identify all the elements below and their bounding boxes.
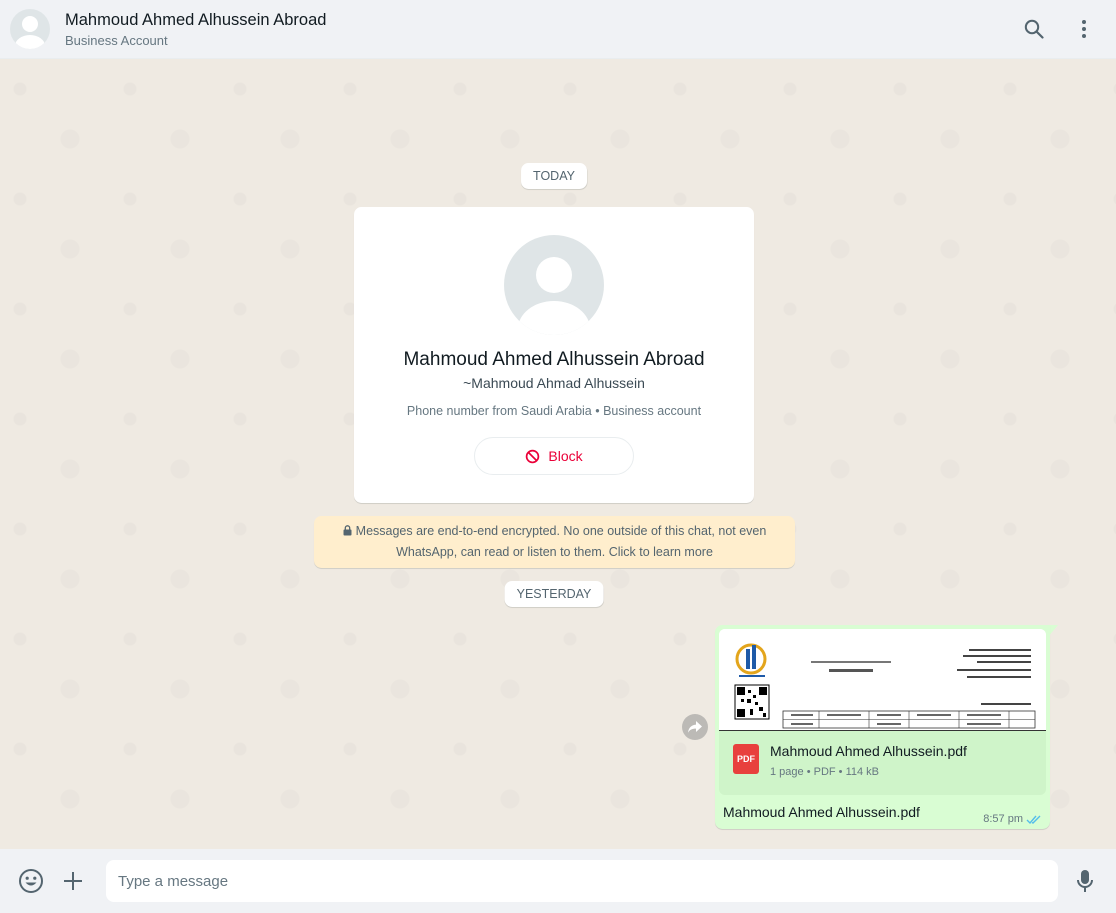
block-label: Block <box>548 448 583 464</box>
menu-icon <box>1082 20 1086 38</box>
forward-button[interactable] <box>682 714 708 740</box>
document-info[interactable]: PDF Mahmoud Ahmed Alhussein.pdf 1 page •… <box>719 731 1046 795</box>
chat-panel[interactable]: TODAY Mahmoud Ahmed Alhussein Abroad ~Ma… <box>0 59 1116 849</box>
contact-profile-card: Mahmoud Ahmed Alhussein Abroad ~Mahmoud … <box>354 207 754 503</box>
search-button[interactable] <box>1022 17 1046 41</box>
emoji-button[interactable] <box>10 860 52 902</box>
message-meta: 8:57 pm <box>983 813 1042 825</box>
profile-alias: ~Mahmoud Ahmad Alhussein <box>463 375 645 391</box>
menu-button[interactable] <box>1072 17 1096 41</box>
document-preview[interactable] <box>719 629 1046 731</box>
document-details: 1 page • PDF • 114 kB <box>770 766 880 778</box>
emoji-icon <box>19 869 43 893</box>
avatar-body <box>518 301 590 335</box>
lock-icon <box>343 525 352 536</box>
outgoing-message[interactable]: PDF Mahmoud Ahmed Alhussein.pdf 1 page •… <box>715 625 1050 829</box>
block-icon <box>526 449 540 463</box>
composer-bar <box>0 849 1116 913</box>
document-meta: Mahmoud Ahmed Alhussein.pdf 1 page • PDF… <box>770 742 967 778</box>
avatar-head <box>22 16 38 32</box>
voice-button[interactable] <box>1064 860 1106 902</box>
contact-status: Business Account <box>65 32 168 48</box>
chat-header: Mahmoud Ahmed Alhussein Abroad Business … <box>0 0 1116 59</box>
profile-avatar <box>504 235 604 335</box>
mic-icon <box>1077 870 1093 892</box>
block-button[interactable]: Block <box>474 437 634 475</box>
plus-icon <box>64 872 82 890</box>
forward-icon <box>688 721 702 733</box>
avatar-body <box>15 35 45 49</box>
profile-info: Phone number from Saudi Arabia • Busines… <box>406 404 702 418</box>
message-input[interactable] <box>106 860 1058 902</box>
search-icon <box>1024 19 1044 39</box>
encryption-text: Messages are end-to-end encrypted. No on… <box>355 524 767 559</box>
contact-avatar[interactable] <box>10 9 50 49</box>
contact-info[interactable]: Mahmoud Ahmed Alhussein Abroad Business … <box>65 9 326 50</box>
pdf-icon: PDF <box>733 744 759 774</box>
document-name: Mahmoud Ahmed Alhussein.pdf <box>770 743 967 759</box>
header-actions <box>1022 17 1096 41</box>
double-check-icon <box>1026 815 1041 824</box>
document-thumbnail <box>719 629 1046 730</box>
profile-name: Mahmoud Ahmed Alhussein Abroad <box>403 349 705 370</box>
date-divider-today: TODAY <box>521 163 587 189</box>
attach-button[interactable] <box>52 860 94 902</box>
date-divider-yesterday: YESTERDAY <box>504 581 604 607</box>
encryption-notice[interactable]: Messages are end-to-end encrypted. No on… <box>314 516 795 568</box>
message-time: 8:57 pm <box>983 813 1023 825</box>
avatar-head <box>536 257 572 293</box>
contact-name: Mahmoud Ahmed Alhussein Abroad <box>65 10 327 29</box>
